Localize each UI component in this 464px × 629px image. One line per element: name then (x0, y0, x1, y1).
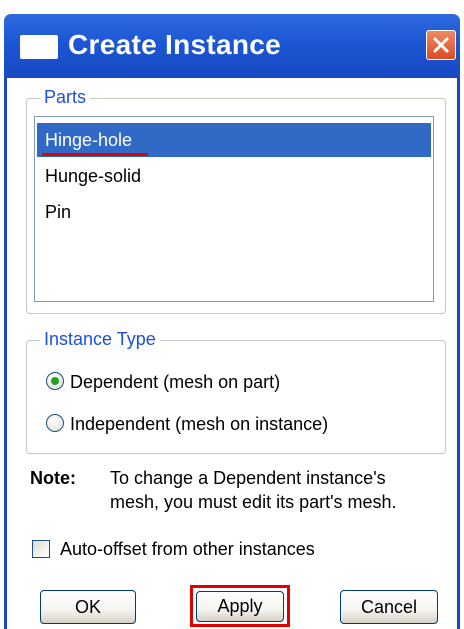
title-bar[interactable]: Create Instance (4, 14, 460, 78)
note-line-1: To change a Dependent instance's (110, 468, 386, 488)
list-item-pin[interactable]: Pin (37, 195, 431, 229)
auto-offset-checkbox[interactable] (32, 540, 50, 558)
cancel-button[interactable]: Cancel (340, 590, 438, 624)
instance-type-group-label: Instance Type (40, 328, 160, 350)
note-text: To change a Dependent instance's mesh, y… (110, 466, 450, 514)
list-item-hunge-solid[interactable]: Hunge-solid (37, 159, 431, 193)
radio-button-icon[interactable] (46, 414, 64, 432)
radio-dependent-label: Dependent (mesh on part) (70, 372, 281, 392)
close-icon (433, 37, 449, 53)
create-instance-dialog: Create Instance Parts Hinge-hole Hunge-s… (0, 0, 464, 629)
radio-independent-label: Independent (mesh on instance) (70, 414, 329, 434)
note-line-2: mesh, you must edit its part's mesh. (110, 492, 397, 512)
parts-group-label: Parts (40, 86, 91, 108)
radio-button-checked-icon[interactable] (46, 372, 64, 390)
red-underline-annotation (42, 153, 148, 156)
window-icon (20, 35, 58, 59)
list-item-hinge-hole[interactable]: Hinge-hole (37, 123, 431, 157)
apply-red-highlight-annotation (190, 585, 290, 627)
auto-offset-label[interactable]: Auto-offset from other instances (60, 536, 315, 562)
ok-button[interactable]: OK (40, 590, 136, 624)
note-label: Note: (30, 468, 76, 488)
dialog-title: Create Instance (68, 29, 282, 60)
parts-list[interactable]: Hinge-hole Hunge-solid Pin (34, 116, 434, 302)
close-button[interactable] (426, 30, 456, 60)
